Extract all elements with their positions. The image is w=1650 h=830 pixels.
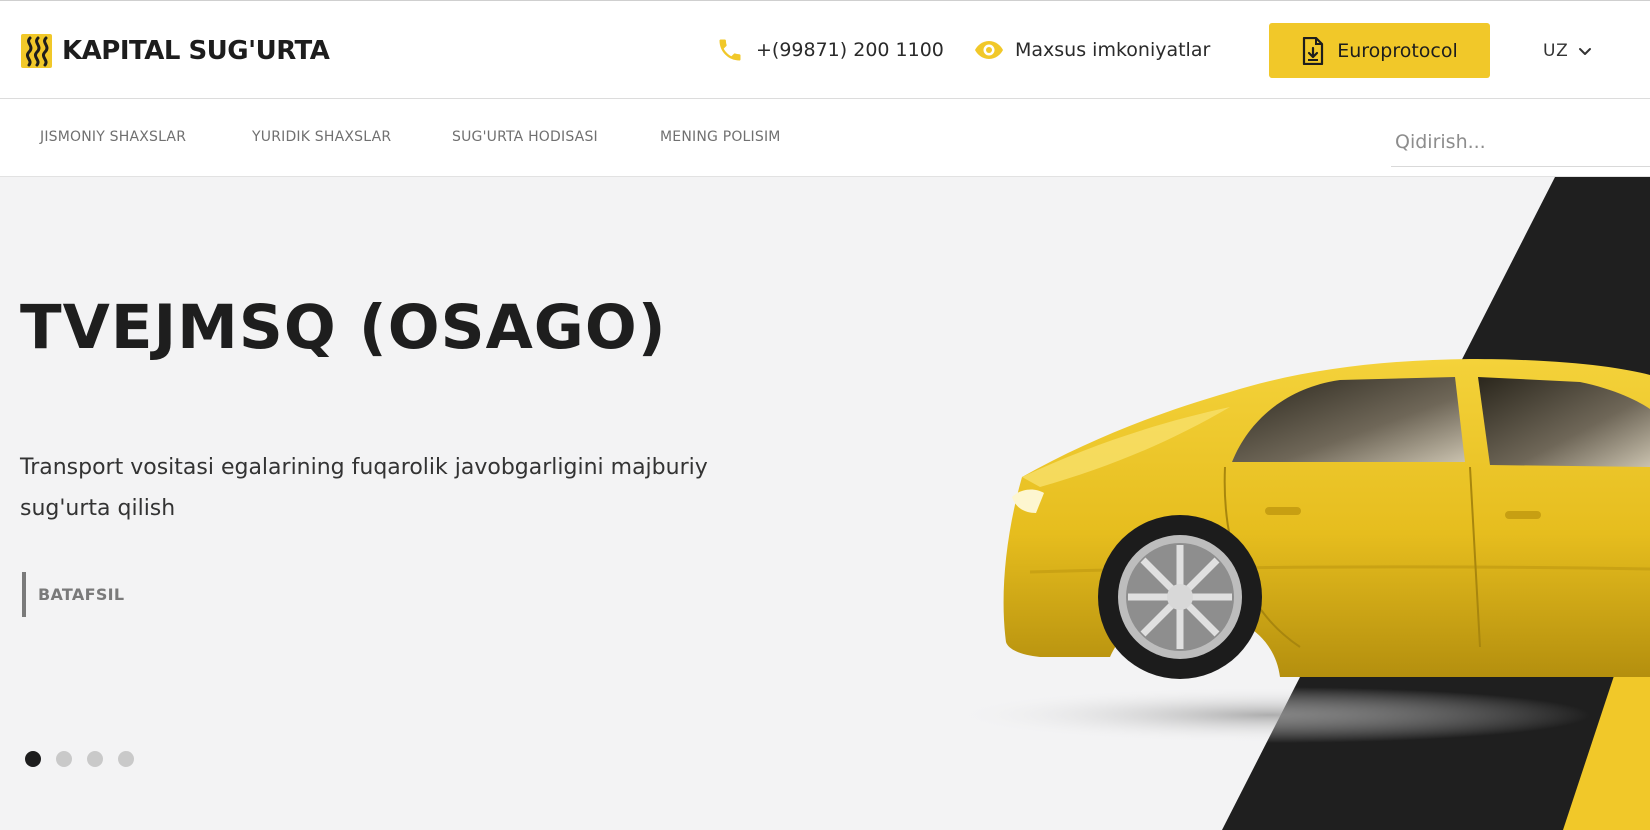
- language-label: UZ: [1543, 41, 1569, 61]
- hero-slider: TVEJMSQ (OSAGO) Transport vositasi egala…: [0, 177, 1650, 830]
- main-nav: JISMONIY SHAXSLAR YURIDIK SHAXSLAR SUG'U…: [0, 99, 1650, 177]
- search-input[interactable]: [1391, 117, 1650, 166]
- more-details-link[interactable]: BATAFSIL: [22, 572, 124, 617]
- accessibility-toggle[interactable]: Maxsus imkoniyatlar: [974, 35, 1210, 65]
- phone-icon: [719, 39, 741, 61]
- slider-dot-4[interactable]: [118, 751, 134, 767]
- eye-icon: [975, 41, 1003, 59]
- top-header: KAPITAL SUG'URTA +(99871) 200 1100 Maxsu…: [0, 0, 1650, 99]
- europrotocol-button[interactable]: Europrotocol: [1269, 23, 1490, 78]
- accessibility-label: Maxsus imkoniyatlar: [1015, 39, 1211, 61]
- search-box: [1391, 117, 1650, 167]
- nav-item-individuals[interactable]: JISMONIY SHAXSLAR: [40, 129, 186, 145]
- phone-contact[interactable]: +(99871) 200 1100: [716, 35, 944, 65]
- slider-dot-1[interactable]: [25, 751, 41, 767]
- hero-description: Transport vositasi egalarining fuqarolik…: [20, 455, 708, 521]
- slider-dot-2[interactable]: [56, 751, 72, 767]
- nav-item-legal-entities[interactable]: YURIDIK SHAXSLAR: [252, 129, 391, 145]
- hero-title: TVEJMSQ (OSAGO): [20, 292, 667, 363]
- slider-pagination: [25, 751, 149, 767]
- document-download-icon: [1303, 36, 1324, 65]
- phone-number: +(99871) 200 1100: [756, 39, 944, 61]
- logo-text: KAPITAL SUG'URTA: [62, 36, 330, 66]
- logo-mark-icon: [21, 34, 52, 68]
- nav-item-my-policy[interactable]: MENING POLISIM: [660, 129, 781, 145]
- europrotocol-label: Europrotocol: [1337, 39, 1458, 62]
- language-selector[interactable]: UZ: [1543, 37, 1593, 65]
- slider-dot-3[interactable]: [87, 751, 103, 767]
- nav-item-insurance-case[interactable]: SUG'URTA HODISASI: [452, 129, 598, 145]
- chevron-down-icon: [1578, 48, 1591, 55]
- brand-logo[interactable]: KAPITAL SUG'URTA: [21, 34, 330, 68]
